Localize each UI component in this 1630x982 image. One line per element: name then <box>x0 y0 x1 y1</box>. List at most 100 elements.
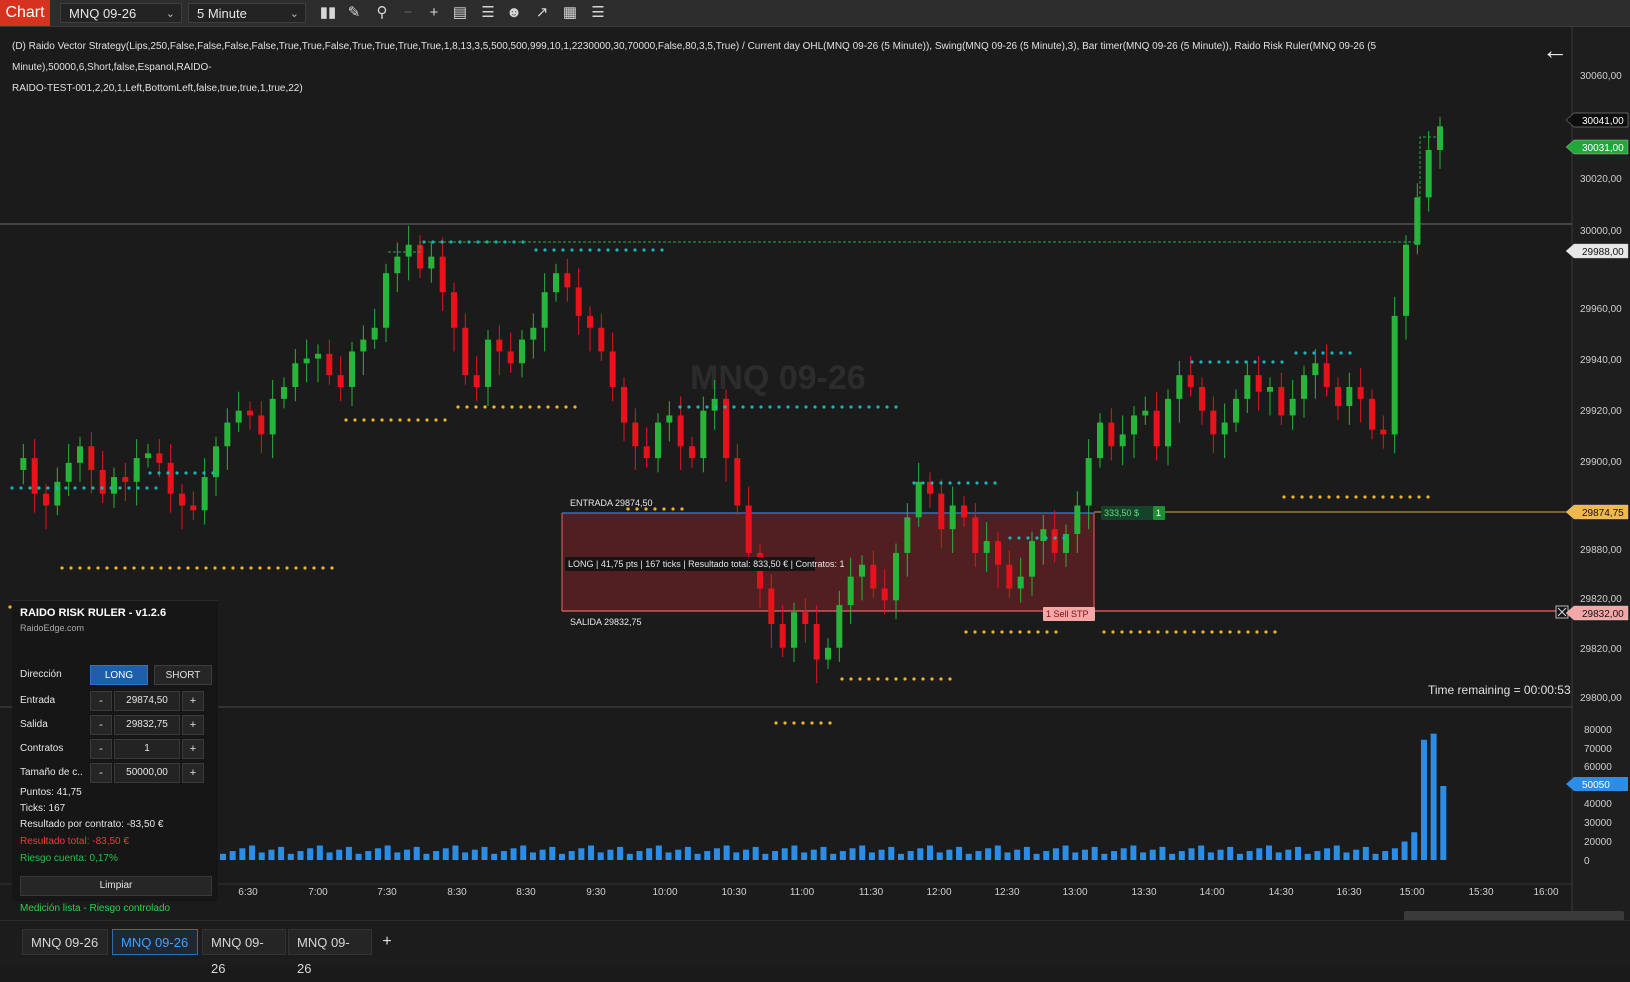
short-button[interactable]: SHORT <box>154 665 212 685</box>
volume-bar <box>1430 733 1437 860</box>
people-icon[interactable]: ☻ <box>504 3 524 23</box>
data-box-icon[interactable]: ▤ <box>450 3 470 23</box>
volume-bar <box>529 852 536 860</box>
time-tick: 6:30 <box>238 887 258 898</box>
volume-bar <box>297 851 304 860</box>
panel-title: RAIDO RISK RULER - v1.2.6 <box>20 607 167 619</box>
svg-text:30041,00: 30041,00 <box>1582 116 1624 127</box>
clear-button[interactable]: Limpiar <box>20 876 212 896</box>
long-button[interactable]: LONG <box>90 665 148 685</box>
candle <box>439 237 446 312</box>
svg-text:ENTRADA 29874,50: ENTRADA 29874,50 <box>570 498 653 508</box>
properties-icon[interactable]: ▦ <box>560 3 580 23</box>
chart-menu-button[interactable]: Chart <box>0 0 50 26</box>
candle <box>405 225 412 281</box>
volume-bar <box>975 851 982 860</box>
volume-bar <box>617 846 624 860</box>
volume-bar <box>956 846 963 860</box>
candle <box>371 308 378 350</box>
volume-bar <box>452 845 459 860</box>
pnl-badge: 333,50 $ <box>1101 506 1153 520</box>
volume-bar <box>336 849 343 860</box>
candle <box>1380 415 1387 449</box>
volume-bar <box>1072 852 1079 860</box>
trade-summary: LONG | 41,75 pts | 167 ticks | Resultado… <box>565 557 845 571</box>
candle <box>1391 296 1398 454</box>
time-tick: 12:00 <box>926 887 951 898</box>
price-chart[interactable]: MNQ 09-26 ENTRADA 29874,50 SALIDA 29832,7… <box>0 27 1630 920</box>
candle <box>77 436 83 482</box>
candle <box>700 396 707 473</box>
tab-instrument-4[interactable]: MNQ 09-26 <box>288 929 372 976</box>
volume-bar <box>607 849 614 860</box>
volume-bar <box>1217 849 1224 860</box>
draw-pencil-icon[interactable]: ✎ <box>344 3 364 23</box>
swing-dot-run <box>840 677 952 681</box>
bar-style-icon[interactable]: ▮▮ <box>318 3 338 23</box>
entry-input[interactable]: 29874,50 <box>114 691 180 711</box>
list-icon[interactable]: ☰ <box>588 3 608 23</box>
exit-minus-button[interactable]: - <box>90 715 112 735</box>
close-icon[interactable] <box>1555 605 1569 619</box>
line-icon[interactable]: − <box>398 3 418 23</box>
interval-selector[interactable]: 5 Minute ⌄ <box>188 3 306 23</box>
volume-bar <box>646 848 653 860</box>
arrow-left-icon[interactable]: ← <box>1542 37 1568 63</box>
candle <box>258 401 265 454</box>
price-tick: 29960,00 <box>1580 304 1622 315</box>
contracts-minus-button[interactable]: - <box>90 739 112 759</box>
volume-bar <box>568 851 575 860</box>
contracts-plus-button[interactable]: + <box>182 739 204 759</box>
candle <box>247 401 253 430</box>
tab-instrument-2[interactable]: MNQ 09-26 <box>112 929 198 955</box>
instrument-tabs: MNQ 09-26 MNQ 09-26 MNQ 09-26 MNQ 09-26 … <box>0 920 1630 976</box>
size-plus-button[interactable]: + <box>182 763 204 783</box>
volume-bar <box>500 851 507 860</box>
time-tick: 9:30 <box>586 887 606 898</box>
size-minus-button[interactable]: - <box>90 763 112 783</box>
price-tick: 30000,00 <box>1580 226 1622 237</box>
indicator-icon[interactable]: ↗ <box>532 3 552 23</box>
volume-bar <box>655 845 662 860</box>
volume-bar <box>597 852 604 860</box>
volume-bar <box>868 852 875 860</box>
instrument-selector[interactable]: MNQ 09-26 ⌄ <box>60 3 182 23</box>
strategy-icon[interactable]: ☰ <box>478 3 498 23</box>
volume-bar <box>772 851 779 860</box>
time-tick: 8:30 <box>516 887 536 898</box>
chart-area[interactable]: MNQ 09-26 ENTRADA 29874,50 SALIDA 29832,7… <box>0 27 1630 920</box>
volume-bar <box>1295 846 1302 860</box>
size-input[interactable]: 50000,00 <box>114 763 180 783</box>
volume-bar <box>1120 848 1127 860</box>
chart-watermark: MNQ 09-26 <box>690 359 866 397</box>
swing-dot-run <box>964 630 1058 634</box>
exit-plus-button[interactable]: + <box>182 715 204 735</box>
zoom-icon[interactable]: ⚲ <box>372 3 392 23</box>
candle <box>428 242 435 283</box>
volume-bar <box>810 849 817 860</box>
volume-bar <box>897 853 904 860</box>
exit-label: SALIDA 29832,75 <box>570 617 642 627</box>
chevron-down-icon: ⌄ <box>289 8 299 20</box>
volume-bar <box>946 849 953 860</box>
exit-input[interactable]: 29832,75 <box>114 715 180 735</box>
contracts-input[interactable]: 1 <box>114 739 180 759</box>
candle <box>1425 131 1432 212</box>
entry-minus-button[interactable]: - <box>90 691 112 711</box>
volume-bar <box>491 853 498 860</box>
crosshair-icon[interactable]: + <box>424 3 444 23</box>
candle <box>1210 396 1217 454</box>
time-tick: 15:30 <box>1468 887 1493 898</box>
candle <box>1289 379 1296 430</box>
candle <box>1221 403 1228 459</box>
price-tick: 30020,00 <box>1580 174 1622 185</box>
panel-subtitle: RaidoEdge.com <box>20 623 85 633</box>
tab-instrument-1[interactable]: MNQ 09-26 <box>22 929 108 955</box>
entry-plus-button[interactable]: + <box>182 691 204 711</box>
volume-tick: 0 <box>1584 856 1590 867</box>
volume-bar <box>1052 848 1059 860</box>
candle <box>485 330 491 406</box>
swing-dot-run <box>774 721 832 725</box>
tab-instrument-3[interactable]: MNQ 09-26 <box>202 929 286 976</box>
add-tab-button[interactable]: + <box>374 929 400 955</box>
